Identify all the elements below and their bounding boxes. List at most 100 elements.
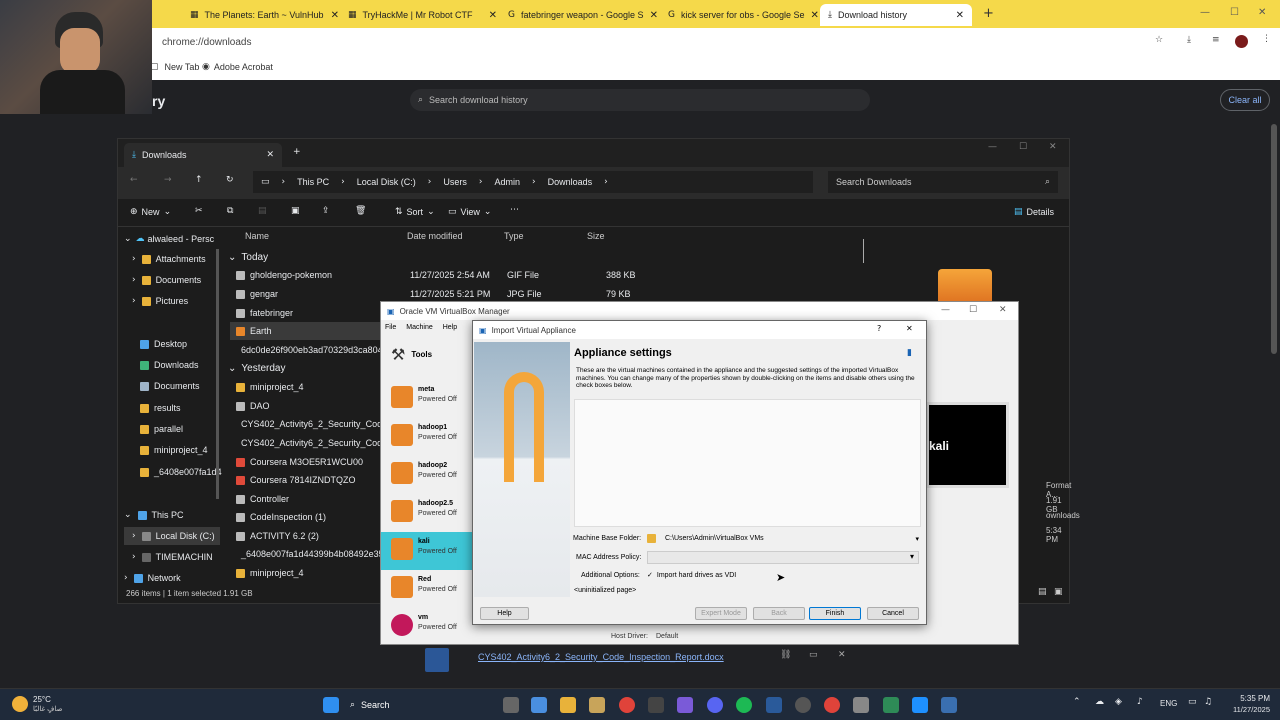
column-name[interactable]: Name: [245, 231, 269, 241]
app-icon[interactable]: [648, 697, 664, 713]
maximize-icon[interactable]: ☐: [1230, 7, 1239, 18]
scrollbar[interactable]: [1271, 124, 1277, 354]
xbox-icon[interactable]: [883, 697, 899, 713]
discord-icon[interactable]: [707, 697, 723, 713]
task-view-icon[interactable]: [503, 697, 519, 713]
file-row[interactable]: CYS402_Activity6_2_Security_Code_In: [236, 434, 381, 452]
column-size[interactable]: Size: [587, 231, 605, 241]
microphone-icon[interactable]: ♪: [1137, 697, 1143, 707]
download-item-link[interactable]: CYS402_Activity6_2_Security_Code_Inspect…: [478, 652, 724, 662]
tab-search-icon[interactable]: ≡: [1212, 35, 1220, 45]
menu-help[interactable]: Help: [443, 324, 457, 331]
nav-attachments[interactable]: › Attachments: [132, 250, 206, 268]
close-icon[interactable]: ✕: [906, 324, 913, 333]
details-view-icon[interactable]: ▤: [1038, 587, 1047, 597]
bookmark-adobe-acrobat[interactable]: ◉ Adobe Acrobat: [202, 62, 273, 72]
network-icon[interactable]: ▭: [1188, 697, 1197, 707]
refresh-icon[interactable]: ↻: [226, 175, 234, 185]
explorer-tab-downloads[interactable]: ⤓ Downloads ✕: [124, 143, 282, 167]
volume-icon[interactable]: ♫: [1204, 697, 1212, 707]
clock-time[interactable]: 5:35 PM: [1226, 694, 1270, 703]
view-button[interactable]: ▭ View ⌄: [448, 207, 491, 217]
close-icon[interactable]: ✕: [811, 10, 819, 21]
show-in-folder-icon[interactable]: ▭: [809, 650, 818, 660]
file-row[interactable]: 6dc0de26f900eb3ad70329d3ca804a124: [236, 341, 381, 359]
expert-mode-button[interactable]: Expert Mode: [695, 607, 747, 620]
nav-local-disk[interactable]: › Local Disk (C:): [124, 527, 220, 545]
taskbar-search[interactable]: ⌕ Search: [350, 696, 490, 714]
language-indicator[interactable]: ENG: [1160, 699, 1177, 708]
help-button[interactable]: Help: [480, 607, 529, 620]
sort-button[interactable]: ⇅ Sort ⌄: [395, 207, 435, 217]
remove-icon[interactable]: ✕: [838, 650, 846, 660]
menu-file[interactable]: File: [385, 324, 396, 331]
file-row[interactable]: Coursera 7814IZNDTQZO: [236, 471, 356, 489]
minimize-icon[interactable]: —: [941, 305, 950, 315]
tray-chevron-up-icon[interactable]: ⌃: [1073, 697, 1081, 707]
nav-network[interactable]: › Network: [124, 569, 181, 587]
vbox-tools-item[interactable]: ⚒ Tools: [391, 345, 432, 364]
nav-parallel[interactable]: parallel: [140, 420, 183, 438]
copy-link-icon[interactable]: ⛓: [780, 650, 791, 660]
app-icon[interactable]: [912, 697, 928, 713]
file-row[interactable]: CodeInspection (1): [236, 508, 326, 526]
tab-download-history[interactable]: ⤓ Download history ✕: [820, 4, 972, 26]
file-row[interactable]: miniproject_4: [236, 564, 304, 582]
file-row[interactable]: miniproject_4: [236, 378, 304, 396]
vm-item-hadoop2-5[interactable]: hadoop2.5 Powered Off: [381, 494, 473, 532]
spotify-icon[interactable]: [736, 697, 752, 713]
cloud-icon[interactable]: ☁: [1095, 697, 1104, 707]
nav-desktop[interactable]: Desktop: [140, 335, 187, 353]
tab-google-kick[interactable]: Gkick server for obs - Google Se ✕: [660, 4, 825, 26]
settings-icon[interactable]: [853, 697, 869, 713]
file-row[interactable]: CYS402_Activity6_2_Security_Code_In: [236, 415, 381, 433]
avatar[interactable]: [1235, 35, 1248, 48]
cut-icon[interactable]: ✂: [195, 206, 203, 216]
clock-date[interactable]: 11/27/2025: [1222, 705, 1270, 714]
minimize-icon[interactable]: —: [988, 142, 997, 152]
close-window-icon[interactable]: ✕: [1258, 7, 1266, 18]
weather-temp[interactable]: 25°C: [33, 695, 51, 704]
finish-button[interactable]: Finish: [809, 607, 861, 620]
download-search-input[interactable]: ⌕ Search download history: [410, 89, 870, 111]
list-scrollbar[interactable]: [863, 239, 864, 263]
bookmark-new-tab[interactable]: ▢ New Tab: [150, 62, 199, 72]
nav-6408[interactable]: _6408e007fa1d4: [140, 463, 222, 481]
new-tab-icon[interactable]: +: [983, 6, 994, 21]
back-button[interactable]: Back: [753, 607, 805, 620]
tiles-view-icon[interactable]: ▣: [1054, 587, 1063, 597]
vm-item-red[interactable]: Red Powered Off: [381, 570, 473, 608]
delete-icon[interactable]: 🗑: [355, 206, 366, 216]
tab-vulnhub[interactable]: ▦ The Planets: Earth ~ VulnHub ✕: [182, 4, 347, 26]
nav-onedrive[interactable]: ⌄ ☁ alwaleed - Persc: [124, 230, 220, 248]
breadcrumb[interactable]: ▭ › This PC › Local Disk (C:) › Users › Admi…: [253, 171, 813, 193]
nav-this-pc[interactable]: ⌄ This PC: [124, 506, 184, 524]
forward-icon[interactable]: →: [164, 175, 172, 185]
tab-tryhackme[interactable]: ▦ TryHackMe | Mr Robot CTF ✕: [340, 4, 505, 26]
file-row[interactable]: gengar: [236, 285, 278, 303]
file-explorer-icon[interactable]: [560, 697, 576, 713]
nav-documents[interactable]: › Documents: [132, 271, 201, 289]
minimize-icon[interactable]: —: [1200, 7, 1210, 18]
nav-miniproject[interactable]: miniproject_4: [140, 441, 208, 459]
group-yesterday[interactable]: ⌄ Yesterday: [228, 359, 286, 377]
back-icon[interactable]: ←: [130, 175, 138, 185]
close-icon[interactable]: ✕: [266, 150, 274, 160]
copilot-icon[interactable]: [531, 697, 547, 713]
store-icon[interactable]: [589, 697, 605, 713]
vm-item-kali-selected[interactable]: kali Powered Off: [381, 532, 473, 570]
vm-item-hadoop1[interactable]: hadoop1 Powered Off: [381, 418, 473, 456]
close-window-icon[interactable]: ✕: [1049, 142, 1057, 152]
breadcrumb-users[interactable]: Users: [443, 177, 467, 187]
close-icon[interactable]: ✕: [956, 10, 964, 21]
menu-machine[interactable]: Machine: [406, 324, 432, 331]
new-tab-icon[interactable]: +: [293, 147, 301, 157]
group-today[interactable]: ⌄ Today: [228, 248, 268, 266]
tab-google-fatebringer[interactable]: Gfatebringer weapon - Google S ✕: [500, 4, 665, 26]
app-icon[interactable]: [677, 697, 693, 713]
cancel-button[interactable]: Cancel: [867, 607, 919, 620]
close-icon[interactable]: ✕: [331, 10, 339, 21]
file-row[interactable]: Coursera M3OE5R1WCU00: [236, 453, 363, 471]
file-row-selected[interactable]: Earth: [230, 322, 380, 340]
vm-item-meta[interactable]: meta Powered Off: [381, 380, 473, 418]
